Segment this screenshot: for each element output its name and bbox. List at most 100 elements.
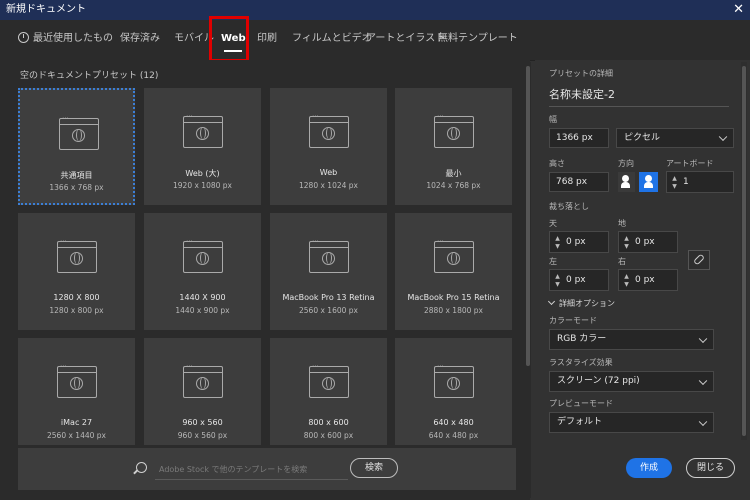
preset-card-web[interactable]: Web 1280 x 1024 px xyxy=(270,88,387,205)
artboard-value: 1 xyxy=(683,177,689,187)
preset-card-minimum[interactable]: 最小 1024 x 768 px xyxy=(395,88,512,205)
preset-card-macbook-13[interactable]: MacBook Pro 13 Retina 2560 x 1600 px xyxy=(270,213,387,330)
preset-card-960x560[interactable]: 960 x 560 960 x 560 px xyxy=(144,338,261,445)
tab-film-video[interactable]: フィルムとビデオ xyxy=(292,20,372,60)
preset-name: 共通項目 xyxy=(60,171,93,180)
unit-select[interactable]: ピクセル xyxy=(616,128,734,148)
bleed-top-value: 0 px xyxy=(566,237,586,247)
landscape-icon-body xyxy=(644,182,653,188)
preset-size: 1280 x 800 px xyxy=(49,306,104,315)
web-document-icon xyxy=(309,237,349,273)
web-document-icon xyxy=(57,237,97,273)
bleed-right-value: 0 px xyxy=(635,275,655,285)
preset-card-macbook-15[interactable]: MacBook Pro 15 Retina 2880 x 1800 px xyxy=(395,213,512,330)
globe-icon xyxy=(72,129,85,142)
tab-label: アートとイラスト xyxy=(366,33,446,44)
scrollbar-thumb[interactable] xyxy=(742,66,746,436)
create-button[interactable]: 作成 xyxy=(626,458,672,478)
preset-size: 960 x 560 px xyxy=(177,431,228,440)
color-mode-select[interactable]: RGB カラー xyxy=(549,329,714,350)
tab-saved[interactable]: 保存済み xyxy=(120,20,160,60)
tab-mobile[interactable]: モバイル xyxy=(174,20,214,60)
preset-size: 1024 x 768 px xyxy=(426,181,481,190)
tab-label: 保存済み xyxy=(120,33,160,44)
web-document-icon xyxy=(183,362,223,398)
raster-effects-select[interactable]: スクリーン (72 ppi) xyxy=(549,371,714,392)
chevron-down-icon xyxy=(718,132,728,142)
artboard-stepper[interactable]: ▲ ▼ xyxy=(670,175,679,191)
tab-recent[interactable]: 最近使用したもの xyxy=(18,20,113,60)
close-icon[interactable]: ✕ xyxy=(733,0,744,20)
globe-icon xyxy=(196,377,209,390)
close-button[interactable]: 閉じる xyxy=(686,458,735,478)
preset-size: 1280 x 1024 px xyxy=(299,181,358,190)
preset-card-web-large[interactable]: Web (大) 1920 x 1080 px xyxy=(144,88,261,205)
bleed-bottom-value: 0 px xyxy=(635,237,655,247)
bleed-right-label: 右 xyxy=(618,257,626,266)
preview-mode-label: プレビューモード xyxy=(549,399,613,408)
bleed-top-input[interactable]: ▲ ▼ 0 px xyxy=(549,231,609,253)
preset-size: 2560 x 1600 px xyxy=(299,306,358,315)
advanced-options-toggle[interactable]: 詳細オプション xyxy=(547,297,615,309)
height-input[interactable]: 768 px xyxy=(549,172,609,192)
preset-name: 640 x 480 xyxy=(433,418,474,427)
color-mode-value: RGB カラー xyxy=(557,334,607,344)
orientation-label: 方向 xyxy=(618,159,634,168)
details-scrollbar[interactable] xyxy=(741,62,747,440)
preset-size: 1920 x 1080 px xyxy=(173,181,232,190)
link-icon[interactable] xyxy=(688,250,710,270)
preset-card-800x600[interactable]: 800 x 600 800 x 600 px xyxy=(270,338,387,445)
preset-section-title: 空のドキュメントプリセット (12) xyxy=(20,71,159,81)
artboard-input[interactable]: ▲ ▼ 1 xyxy=(666,171,734,193)
tab-label: モバイル xyxy=(174,33,214,44)
preset-name: 960 x 560 xyxy=(182,418,223,427)
scrollbar-thumb[interactable] xyxy=(526,66,530,366)
search-button[interactable]: 検索 xyxy=(350,458,398,478)
preset-name: 800 x 600 xyxy=(308,418,349,427)
bleed-top-stepper[interactable]: ▲ ▼ xyxy=(553,235,562,251)
tab-label: フィルムとビデオ xyxy=(292,33,372,44)
globe-icon xyxy=(70,252,83,265)
bleed-right-stepper[interactable]: ▲ ▼ xyxy=(622,273,631,289)
globe-icon xyxy=(447,252,460,265)
height-label: 高さ xyxy=(549,159,565,168)
chevron-down-icon xyxy=(698,417,708,426)
preview-mode-select[interactable]: デフォルト xyxy=(549,412,714,433)
preset-card-1440x900[interactable]: 1440 X 900 1440 x 900 px xyxy=(144,213,261,330)
preset-name: MacBook Pro 15 Retina xyxy=(407,293,500,302)
stock-search-bar: 検索 xyxy=(18,448,516,490)
globe-icon xyxy=(196,127,209,140)
web-document-icon xyxy=(434,237,474,273)
tab-art-illustration[interactable]: アートとイラスト xyxy=(366,20,445,60)
bleed-bottom-input[interactable]: ▲ ▼ 0 px xyxy=(618,231,678,253)
details-section-title: プリセットの詳細 xyxy=(549,69,613,78)
bleed-left-stepper[interactable]: ▲ ▼ xyxy=(553,273,562,289)
bleed-left-input[interactable]: ▲ ▼ 0 px xyxy=(549,269,609,291)
preset-card-640x480[interactable]: 640 x 480 640 x 480 px xyxy=(395,338,512,445)
preview-mode-value: デフォルト xyxy=(557,417,603,427)
bleed-bottom-stepper[interactable]: ▲ ▼ xyxy=(622,235,631,251)
web-document-icon xyxy=(309,112,349,148)
stock-search-input[interactable] xyxy=(155,459,348,480)
window-title: 新規ドキュメント xyxy=(6,4,86,15)
document-name-field[interactable]: 名称未設定-2 xyxy=(549,86,729,107)
chevron-down-icon xyxy=(547,297,556,306)
bleed-right-input[interactable]: ▲ ▼ 0 px xyxy=(618,269,678,291)
preset-card-1280x800[interactable]: 1280 X 800 1280 x 800 px xyxy=(18,213,135,330)
preset-card-imac-27[interactable]: iMac 27 2560 x 1440 px xyxy=(18,338,135,445)
web-document-icon xyxy=(183,237,223,273)
width-input[interactable]: 1366 px xyxy=(549,128,609,148)
tab-free-templates[interactable]: 無料テンプレート xyxy=(438,20,518,60)
portrait-icon xyxy=(622,175,629,182)
landscape-orientation-button[interactable] xyxy=(639,172,658,192)
web-document-icon xyxy=(309,362,349,398)
preset-size: 2880 x 1800 px xyxy=(424,306,483,315)
portrait-orientation-button[interactable] xyxy=(618,172,635,192)
globe-icon xyxy=(70,377,83,390)
bleed-left-value: 0 px xyxy=(566,275,586,285)
clock-icon xyxy=(18,32,29,43)
preset-size: 1440 x 900 px xyxy=(175,306,230,315)
tab-print[interactable]: 印刷 xyxy=(257,20,277,60)
preset-card-common[interactable]: 共通項目 1366 x 768 px xyxy=(18,88,135,205)
preset-scrollbar[interactable] xyxy=(525,62,531,498)
